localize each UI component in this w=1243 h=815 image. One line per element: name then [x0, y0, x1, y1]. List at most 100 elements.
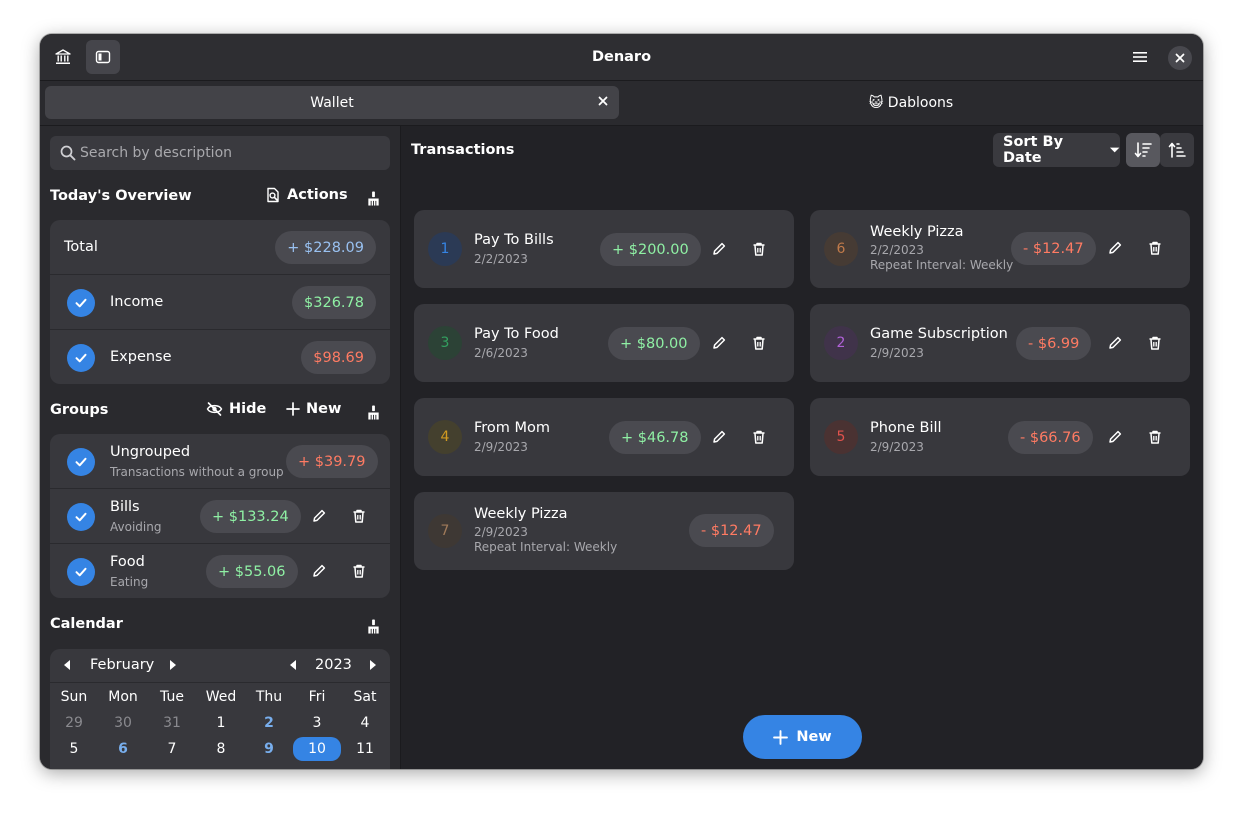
delete-group-button[interactable]: [346, 558, 372, 584]
reset-groups-filter-button[interactable]: [360, 399, 386, 425]
expense-checkbox[interactable]: [67, 344, 95, 372]
calendar-day[interactable]: 4: [341, 715, 389, 731]
prev-year-button[interactable]: [288, 659, 298, 675]
edit-group-button[interactable]: [306, 558, 332, 584]
main-menu-button[interactable]: [1123, 40, 1157, 74]
calendar-day-selected[interactable]: 10: [293, 737, 341, 761]
income-checkbox[interactable]: [67, 289, 95, 317]
hide-label: Hide: [229, 401, 267, 417]
next-year-button[interactable]: [368, 659, 378, 675]
overview-expense-row[interactable]: Expense $98.69: [50, 330, 390, 384]
calendar-day[interactable]: 5: [50, 741, 98, 757]
hide-groups-button[interactable]: Hide: [206, 401, 266, 417]
edit-group-button[interactable]: [306, 503, 332, 529]
group-row-food[interactable]: Food Eating + $55.06: [50, 544, 390, 598]
group-name: Food: [110, 554, 145, 570]
calendar-day-marked[interactable]: 9: [245, 741, 293, 757]
transaction-name: From Mom: [474, 420, 551, 436]
reset-calendar-filter-button[interactable]: [360, 613, 386, 639]
calendar-day[interactable]: 1: [197, 715, 245, 731]
calendar-day[interactable]: 11: [341, 741, 389, 757]
expense-amount: $98.69: [301, 341, 376, 374]
transaction-amount: - $12.47: [689, 514, 774, 547]
new-transaction-button[interactable]: New: [743, 715, 862, 759]
calendar-day-marked[interactable]: 2: [245, 715, 293, 731]
edit-transaction-button[interactable]: [706, 330, 732, 356]
close-tab-button[interactable]: [597, 95, 609, 111]
calendar-day[interactable]: 7: [148, 741, 196, 757]
calendar-day[interactable]: 31: [148, 715, 196, 731]
pencil-icon: [1109, 336, 1122, 349]
actions-button[interactable]: Actions: [265, 187, 348, 203]
calendar-day[interactable]: 29: [50, 715, 98, 731]
sort-dropdown[interactable]: Sort By Date: [993, 133, 1120, 167]
pencil-icon: [1109, 241, 1122, 254]
transaction-id-badge: 7: [428, 514, 462, 548]
delete-transaction-button[interactable]: [1142, 330, 1168, 356]
transaction-row[interactable]: 3 Pay To Food 2/6/2023 + $80.00: [414, 304, 794, 382]
tab-wallet[interactable]: Wallet: [45, 86, 619, 119]
delete-transaction-button[interactable]: [746, 236, 772, 262]
next-month-button[interactable]: [168, 659, 178, 675]
close-window-button[interactable]: [1168, 46, 1192, 70]
calendar: February 2023 Sun Mon Tue Wed Thu Fri Sa…: [50, 649, 390, 769]
delete-transaction-button[interactable]: [1142, 424, 1168, 450]
edit-transaction-button[interactable]: [1102, 424, 1128, 450]
tab-dabloons[interactable]: 😺 Dabloons: [624, 86, 1198, 119]
edit-transaction-button[interactable]: [1102, 235, 1128, 261]
sort-ascending-button[interactable]: [1160, 133, 1194, 167]
document-search-icon: [267, 187, 279, 203]
transaction-row[interactable]: 5 Phone Bill 2/9/2023 - $66.76: [810, 398, 1190, 476]
group-row-ungrouped[interactable]: Ungrouped Transactions without a group +…: [50, 434, 390, 489]
total-label: Total: [64, 239, 98, 255]
transaction-id-badge: 4: [428, 420, 462, 454]
group-checkbox[interactable]: [67, 558, 95, 586]
broom-icon: [367, 404, 379, 420]
transaction-amount: + $200.00: [600, 233, 701, 266]
search-icon: [60, 145, 76, 161]
triangle-left-icon: [290, 660, 296, 670]
calendar-day-marked[interactable]: 6: [99, 741, 147, 757]
actions-label: Actions: [287, 187, 348, 203]
edit-transaction-button[interactable]: [1102, 330, 1128, 356]
transaction-row[interactable]: 4 From Mom 2/9/2023 + $46.78: [414, 398, 794, 476]
prev-month-button[interactable]: [62, 659, 72, 675]
transaction-row[interactable]: 2 Game Subscription 2/9/2023 - $6.99: [810, 304, 1190, 382]
calendar-day[interactable]: 8: [197, 741, 245, 757]
transaction-row[interactable]: 1 Pay To Bills 2/2/2023 + $200.00: [414, 210, 794, 288]
delete-group-button[interactable]: [346, 503, 372, 529]
edit-transaction-button[interactable]: [706, 424, 732, 450]
sort-descending-button[interactable]: [1126, 133, 1160, 167]
transactions-title: Transactions: [411, 142, 515, 158]
calendar-day[interactable]: 3: [293, 715, 341, 731]
group-checkbox[interactable]: [67, 503, 95, 531]
overview-income-row[interactable]: Income $326.78: [50, 275, 390, 330]
reset-overview-filter-button[interactable]: [360, 185, 386, 211]
group-checkbox[interactable]: [67, 448, 95, 476]
calendar-title: Calendar: [50, 616, 123, 632]
group-name: Bills: [110, 499, 140, 515]
group-row-bills[interactable]: Bills Avoiding + $133.24: [50, 489, 390, 544]
check-icon: [75, 512, 87, 522]
tab-bar: Wallet 😺 Dabloons: [40, 81, 1203, 126]
search-box[interactable]: [50, 136, 390, 170]
transaction-date: 2/2/2023: [474, 252, 528, 266]
trash-icon: [353, 509, 365, 523]
calendar-day[interactable]: 30: [99, 715, 147, 731]
transaction-row[interactable]: 7 Weekly Pizza 2/9/2023 Repeat Interval:…: [414, 492, 794, 570]
transaction-name: Weekly Pizza: [474, 506, 568, 522]
new-group-button[interactable]: New: [286, 401, 341, 417]
transaction-name: Phone Bill: [870, 420, 942, 436]
transaction-id-badge: 3: [428, 326, 462, 360]
delete-transaction-button[interactable]: [746, 330, 772, 356]
transaction-row[interactable]: 6 Weekly Pizza 2/2/2023 Repeat Interval:…: [810, 210, 1190, 288]
delete-transaction-button[interactable]: [746, 424, 772, 450]
check-icon: [75, 567, 87, 577]
transaction-amount: - $12.47: [1011, 232, 1096, 265]
sort-descending-icon: [1134, 142, 1152, 158]
delete-transaction-button[interactable]: [1142, 235, 1168, 261]
edit-transaction-button[interactable]: [706, 236, 732, 262]
search-input[interactable]: [80, 136, 380, 170]
groups-title: Groups: [50, 402, 109, 418]
transaction-date: 2/6/2023: [474, 346, 528, 360]
